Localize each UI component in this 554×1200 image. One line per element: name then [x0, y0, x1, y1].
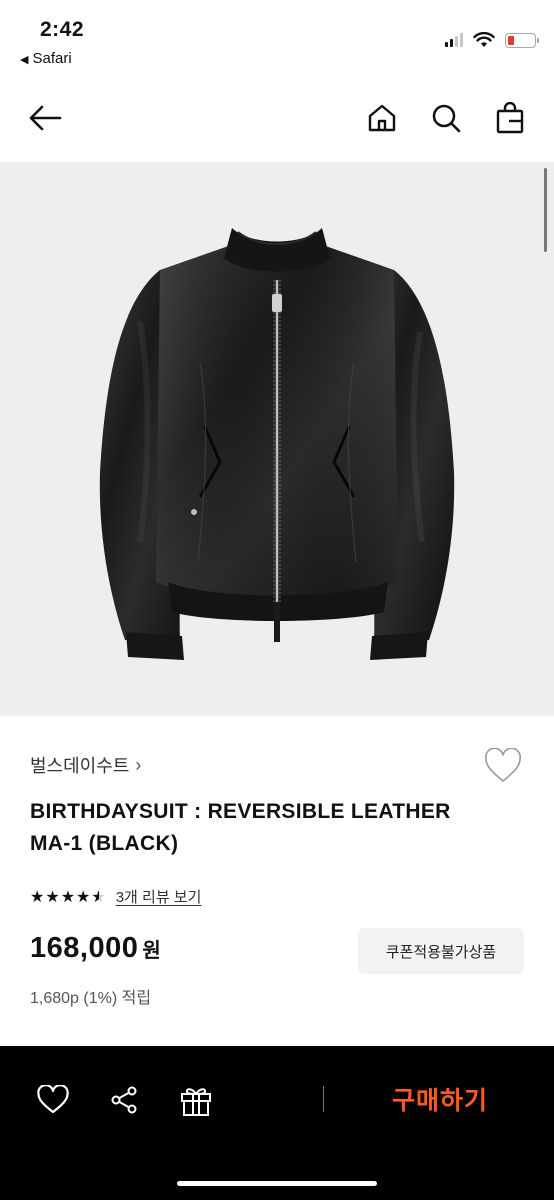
search-icon	[432, 104, 461, 133]
status-bar: 2:42 ◀ Safari	[0, 0, 554, 80]
heart-icon	[37, 1085, 69, 1114]
star-rating: ★ ★ ★ ★ ★	[30, 887, 106, 907]
gift-button[interactable]	[176, 1080, 216, 1120]
star-icon: ★	[60, 888, 76, 906]
review-link[interactable]: 3개 리뷰 보기	[116, 886, 202, 907]
back-to-app-link[interactable]: ◀ Safari	[20, 50, 72, 67]
leather-jacket-image	[99, 228, 455, 660]
share-button[interactable]	[104, 1080, 144, 1120]
chevron-right-icon: ›	[135, 754, 142, 775]
home-indicator	[177, 1181, 377, 1186]
star-icon: ★	[76, 888, 91, 906]
cellular-signal-icon	[445, 33, 463, 47]
buy-button[interactable]: 구매하기	[360, 1076, 520, 1122]
top-nav	[0, 86, 554, 148]
price-unit: 원	[142, 940, 162, 962]
search-button[interactable]	[424, 96, 468, 140]
star-icon: ★	[45, 888, 60, 906]
divider	[323, 1086, 324, 1112]
nav-actions	[360, 96, 532, 140]
product-image[interactable]	[0, 162, 554, 716]
reward-points: 1,680p (1%) 적립	[30, 990, 152, 1007]
back-button[interactable]	[22, 98, 68, 138]
wifi-icon	[473, 32, 495, 47]
scroll-indicator	[544, 168, 547, 252]
bag-icon	[496, 102, 524, 134]
star-icon: ★	[30, 888, 45, 906]
status-icons	[445, 30, 539, 50]
price: 168,000 원	[30, 932, 161, 965]
wishlist-button[interactable]	[484, 747, 522, 784]
cart-button[interactable]	[488, 96, 532, 140]
price-value: 168,000	[30, 932, 139, 964]
gift-icon	[181, 1088, 211, 1116]
brand-name: 벌스데이수트	[30, 756, 130, 776]
home-icon	[368, 104, 396, 132]
share-icon	[111, 1086, 137, 1114]
like-button[interactable]	[33, 1080, 73, 1120]
brand-link[interactable]: 벌스데이수트 ›	[30, 752, 141, 778]
battery-icon	[505, 32, 539, 48]
product-title: BIRTHDAYSUIT : REVERSIBLE LEATHER MA-1 (…	[30, 800, 451, 855]
half-star-icon: ★	[91, 887, 105, 907]
coupon-badge: 쿠폰적용불가상품	[358, 928, 524, 974]
status-time: 2:42	[40, 18, 85, 41]
home-button[interactable]	[360, 96, 404, 140]
back-app-label: Safari	[32, 50, 72, 67]
arrow-left-icon	[29, 105, 62, 131]
bottom-action-bar: 구매하기	[0, 1046, 554, 1200]
heart-outline-icon	[484, 747, 522, 782]
back-triangle-icon: ◀	[20, 54, 29, 66]
rating-row: ★ ★ ★ ★ ★ 3개 리뷰 보기	[30, 886, 201, 907]
